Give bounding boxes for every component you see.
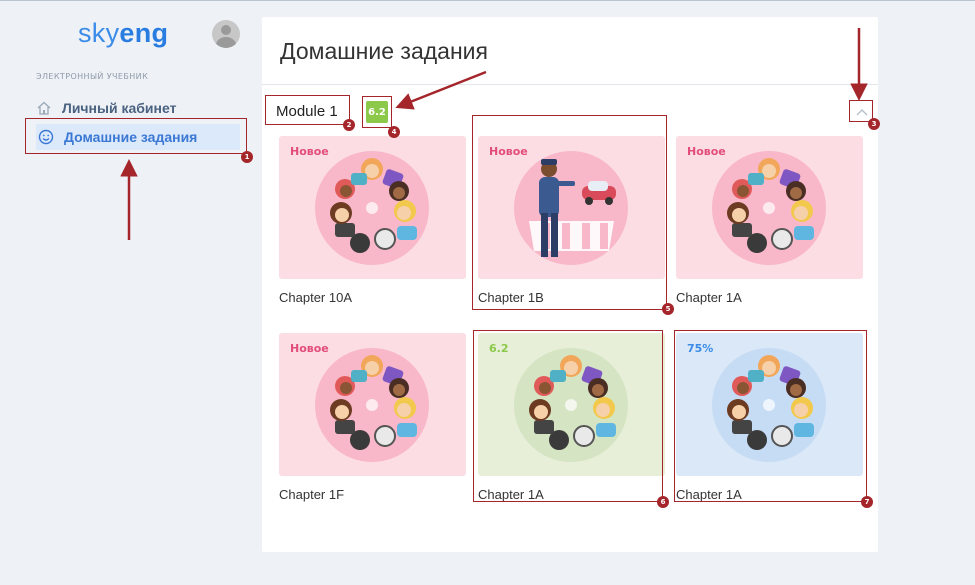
arrow-to-score: [395, 70, 487, 110]
annotation-arrows: [120, 28, 868, 240]
